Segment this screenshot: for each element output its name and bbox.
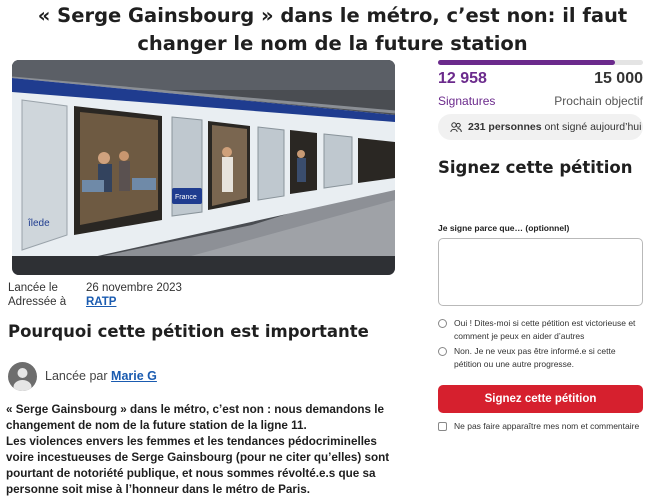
signature-progress-fill [438, 60, 616, 65]
petition-title: « Serge Gainsbourg » dans le métro, c’es… [37, 4, 628, 55]
metro-train-image: France îlede [12, 60, 395, 275]
signed-today-suffix: ont signé aujourd’hui [544, 121, 642, 133]
option-no-row[interactable]: Non. Je ne veux pas être informé.e si ce… [438, 345, 628, 371]
signature-count: 12 958 [438, 70, 487, 87]
body-paragraph-1: « Serge Gainsbourg » dans le métro, c’es… [6, 403, 384, 432]
option-no-label: Non. Je ne veux pas être informé.e si ce… [454, 346, 616, 369]
sign-petition-button[interactable]: Signez cette pétition [438, 385, 643, 413]
launched-by-prefix: Lancée par [45, 369, 108, 383]
addressed-to-link[interactable]: RATP [86, 296, 116, 308]
option-yes-row[interactable]: Oui ! Dites-moi si cette pétition est vi… [438, 317, 648, 343]
addressed-label: Adressée à [8, 296, 67, 308]
hide-name-label: Ne pas faire apparaître mes nom et comme… [454, 421, 640, 431]
launched-date: 26 novembre 2023 [86, 282, 182, 294]
hide-name-row[interactable]: Ne pas faire apparaître mes nom et comme… [438, 421, 639, 431]
user-avatar-icon [8, 362, 37, 391]
signature-goal: 15 000 [594, 70, 643, 87]
reason-textarea[interactable] [438, 238, 643, 306]
option-no-radio[interactable] [438, 347, 447, 356]
hide-name-checkbox[interactable] [438, 421, 447, 431]
option-yes-radio[interactable] [438, 319, 447, 328]
petition-body: « Serge Gainsbourg » dans le métro, c’es… [6, 402, 401, 498]
people-icon [450, 122, 462, 133]
goal-label: Prochain objectif [554, 94, 643, 108]
reason-label: Je signe parce que… (optionnel) [438, 223, 570, 233]
option-yes-label: Oui ! Dites-moi si cette pétition est vi… [454, 318, 636, 341]
author-link[interactable]: Marie G [111, 369, 157, 383]
launched-by: Lancée par Marie G [45, 369, 157, 383]
metro-train-photo: France îlede [12, 60, 395, 275]
launched-label: Lancée le [8, 282, 58, 294]
train-caption-text: îlede [27, 218, 50, 229]
signature-progress-bar [438, 60, 643, 65]
signed-today-count: 231 personnes [468, 121, 542, 133]
signed-today-badge: 231 personnes ont signé aujourd’hui [438, 114, 643, 140]
train-logo-text: France [175, 194, 197, 201]
sign-form-heading: Signez cette pétition [438, 158, 633, 177]
why-heading: Pourquoi cette pétition est importante [8, 322, 369, 341]
body-paragraph-2: Les violences envers les femmes et les t… [6, 435, 390, 496]
signatures-label: Signatures [438, 94, 496, 108]
